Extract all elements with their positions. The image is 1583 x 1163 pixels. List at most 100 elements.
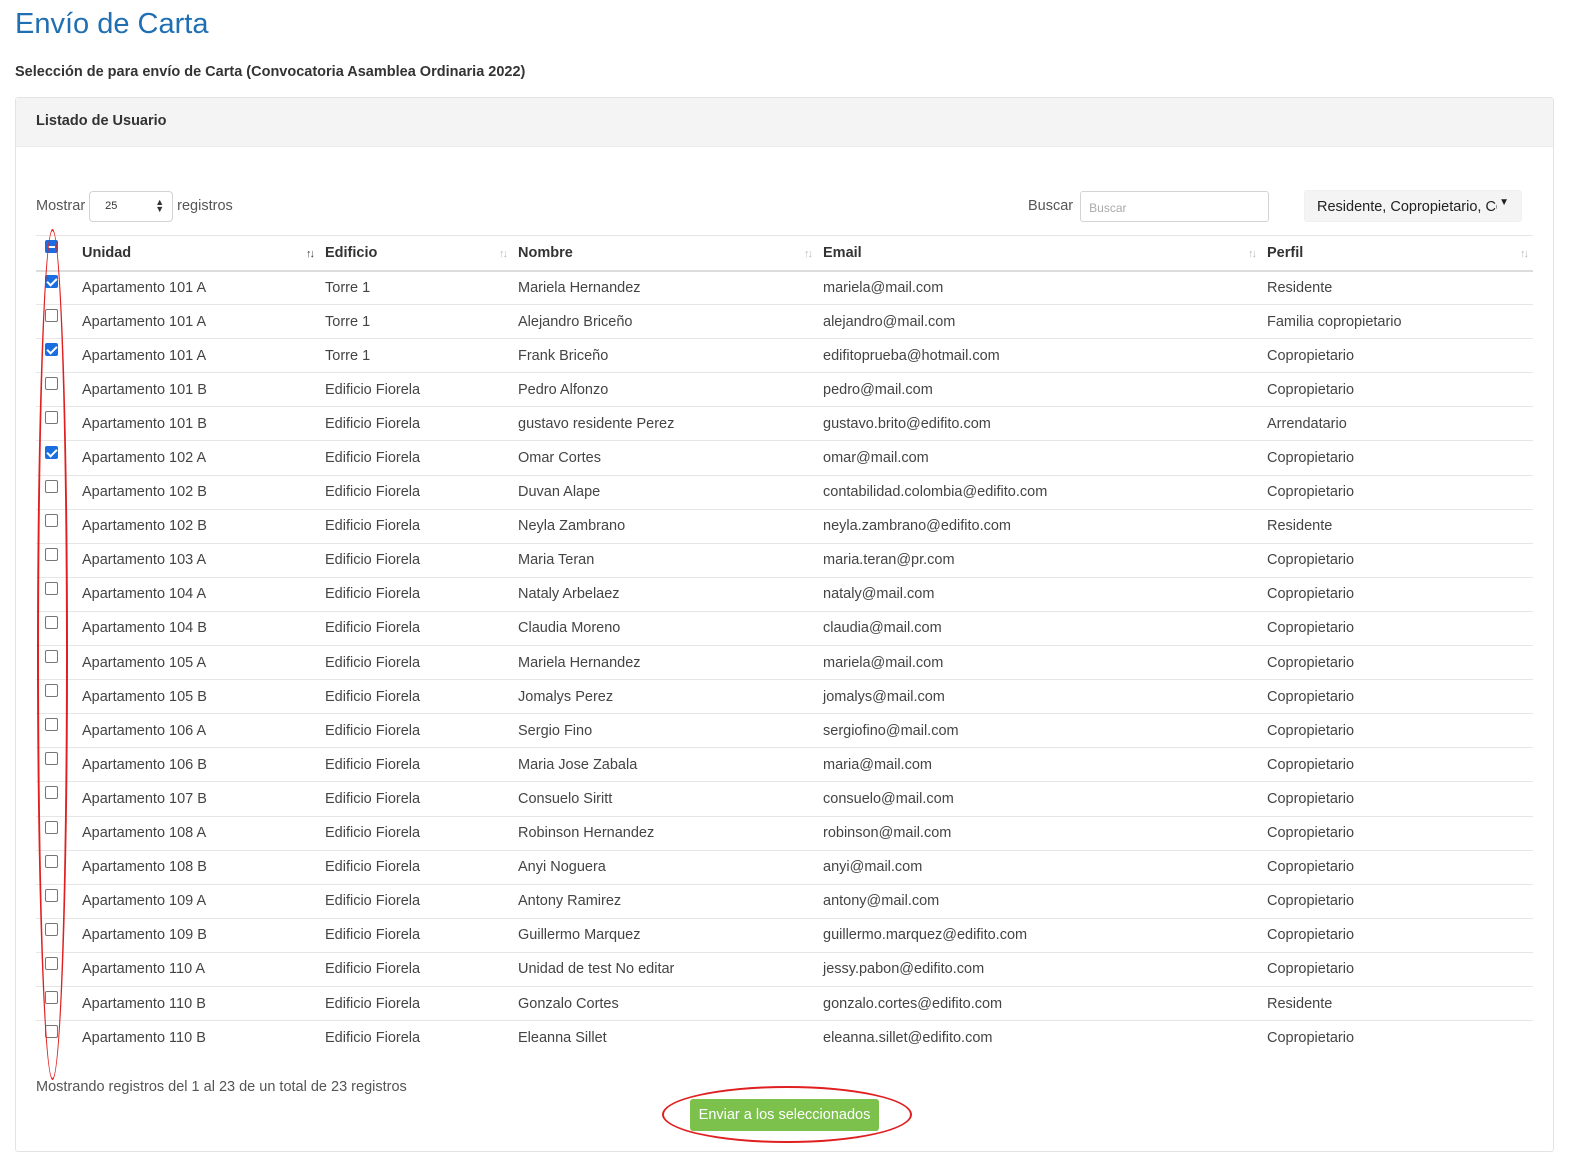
cell-edificio: Edificio Fiorela	[319, 611, 512, 647]
cell-unidad: Apartamento 104 A	[76, 577, 319, 612]
column-label: Email	[823, 244, 862, 261]
row-checkbox[interactable]	[45, 1025, 58, 1039]
row-select-cell	[36, 918, 76, 953]
table-row: Apartamento 104 A Edificio Fiorela Nataly …	[36, 577, 1533, 612]
cell-edificio: Edificio Fiorela	[319, 850, 512, 885]
row-checkbox[interactable]	[45, 309, 58, 323]
sort-asc-icon: ↑↓	[306, 248, 315, 260]
cell-unidad: Apartamento 104 B	[76, 611, 319, 647]
table-body: Apartamento 101 A Torre 1 Mariela Hernande…	[36, 270, 1533, 1055]
cell-email: omar@mail.com	[817, 440, 1261, 476]
row-checkbox[interactable]	[45, 752, 58, 766]
row-checkbox[interactable]	[45, 684, 58, 698]
cell-perfil: Copropietario	[1261, 679, 1533, 715]
cell-perfil: Copropietario	[1261, 816, 1533, 851]
send-selected-button[interactable]: Enviar a los seleccionados	[690, 1099, 879, 1131]
page-length-select[interactable]: 25 ▲ ▼	[89, 190, 174, 222]
table-row: Apartamento 102 B Edificio Fiorela Neyla Z…	[36, 509, 1533, 544]
row-checkbox[interactable]	[45, 956, 58, 970]
cell-perfil: Copropietario	[1261, 440, 1533, 476]
search-label: Buscar	[1028, 198, 1074, 214]
cell-nombre: Eleanna Sillet	[518, 1029, 607, 1046]
cell-perfil: Copropietario	[1261, 952, 1533, 987]
cell-unidad: Apartamento 102 B	[76, 509, 319, 544]
cell-perfil: Copropietario	[1267, 1029, 1355, 1046]
cell-unidad: Apartamento 110 B	[76, 986, 319, 1022]
cell-nombre: Sergio Fino	[512, 713, 817, 749]
cell-email: sergiofino@mail.com	[817, 713, 1261, 749]
row-checkbox[interactable]	[45, 922, 58, 936]
cell-nombre: Unidad de test No editar	[512, 952, 817, 987]
cell-edificio: Edificio Fiorela	[319, 475, 512, 510]
row-checkbox[interactable]	[45, 275, 58, 289]
cell-unidad: Apartamento 106 B	[76, 747, 319, 783]
row-checkbox[interactable]	[45, 854, 58, 868]
cell-unidad: Apartamento 103 A	[76, 543, 319, 578]
row-checkbox[interactable]	[45, 513, 58, 527]
cell-nombre: Nataly Arbelaez	[512, 577, 817, 612]
row-checkbox[interactable]	[45, 786, 58, 800]
row-select-cell	[36, 884, 76, 919]
row-checkbox[interactable]	[45, 377, 58, 391]
cell-email: claudia@mail.com	[817, 611, 1261, 647]
cell-perfil: Familia copropietario	[1261, 304, 1533, 340]
select-all-checkbox[interactable]	[45, 240, 58, 254]
cell-nombre: Omar Cortes	[512, 440, 817, 476]
row-select-cell	[36, 611, 76, 647]
cell-edificio: Edificio Fiorela	[319, 918, 512, 953]
row-checkbox[interactable]	[45, 343, 58, 357]
cell-perfil: Copropietario	[1261, 338, 1533, 374]
cell-nombre: Neyla Zambrano	[512, 509, 817, 544]
search-input[interactable]: Buscar	[1080, 190, 1270, 222]
cell-email: eleanna.sillet@edifito.com	[823, 1029, 993, 1046]
column-label: Perfil	[1267, 244, 1304, 261]
row-checkbox[interactable]	[45, 718, 58, 732]
row-checkbox[interactable]	[45, 479, 58, 493]
row-checkbox[interactable]	[45, 615, 58, 629]
column-header-unidad[interactable]: Unidad ↑↓	[76, 235, 319, 272]
row-checkbox[interactable]	[45, 445, 58, 459]
row-checkbox[interactable]	[45, 991, 58, 1005]
column-header-perfil[interactable]: Perfil ↑↓	[1261, 235, 1533, 272]
row-select-cell	[36, 713, 76, 749]
sort-icon: ↑↓	[499, 248, 508, 260]
column-header-nombre[interactable]: Nombre ↑↓	[512, 235, 817, 272]
cell-email: anyi@mail.com	[817, 850, 1261, 885]
cell-edificio: Edificio Fiorela	[319, 372, 512, 408]
table-row: Apartamento 107 B Edificio Fiorela Consuel…	[36, 781, 1533, 817]
profile-filter-dropdown[interactable]: Residente, Copropietario, Có ▼	[1304, 190, 1522, 222]
cell-edificio: Edificio Fiorela	[319, 509, 512, 544]
column-header-email[interactable]: Email ↑↓	[817, 235, 1261, 272]
cell-edificio: Edificio Fiorela	[319, 781, 512, 817]
row-checkbox[interactable]	[45, 650, 58, 664]
column-label: Unidad	[82, 244, 132, 261]
column-header-edificio[interactable]: Edificio ↑↓	[319, 235, 512, 272]
table-row: Apartamento 101 A Torre 1 Mariela Hernande…	[36, 270, 1533, 306]
cell-perfil: Arrendatario	[1261, 406, 1533, 442]
page-length-value: 25	[105, 200, 118, 212]
row-checkbox[interactable]	[45, 581, 58, 595]
column-label: Edificio	[325, 244, 378, 261]
cell-nombre: gustavo residente Perez	[512, 406, 817, 442]
row-checkbox[interactable]	[45, 547, 58, 561]
cell-unidad: Apartamento 101 A	[76, 338, 319, 374]
page-title: Envío de Carta	[15, 8, 209, 40]
row-checkbox[interactable]	[45, 411, 58, 425]
row-checkbox[interactable]	[45, 888, 58, 902]
row-select-cell	[36, 679, 76, 715]
row-checkbox[interactable]	[45, 820, 58, 834]
table-row: Apartamento 105 A Edificio Fiorela Mariela…	[36, 645, 1533, 681]
cell-nombre: Duvan Alape	[512, 475, 817, 510]
row-select-cell	[36, 850, 76, 885]
cell-edificio: Torre 1	[319, 270, 512, 306]
cell-edificio: Edificio Fiorela	[319, 884, 512, 919]
cell-perfil: Copropietario	[1261, 747, 1533, 783]
cell-edificio: Torre 1	[319, 338, 512, 374]
cell-email: maria.teran@pr.com	[817, 543, 1261, 578]
cell-perfil: Residente	[1261, 986, 1533, 1022]
row-select-cell	[36, 304, 76, 340]
row-select-cell	[36, 781, 76, 817]
table-row: Apartamento 110 A Edificio Fiorela Unidad …	[36, 952, 1533, 987]
row-select-cell	[36, 952, 76, 987]
cell-perfil: Copropietario	[1261, 713, 1533, 749]
